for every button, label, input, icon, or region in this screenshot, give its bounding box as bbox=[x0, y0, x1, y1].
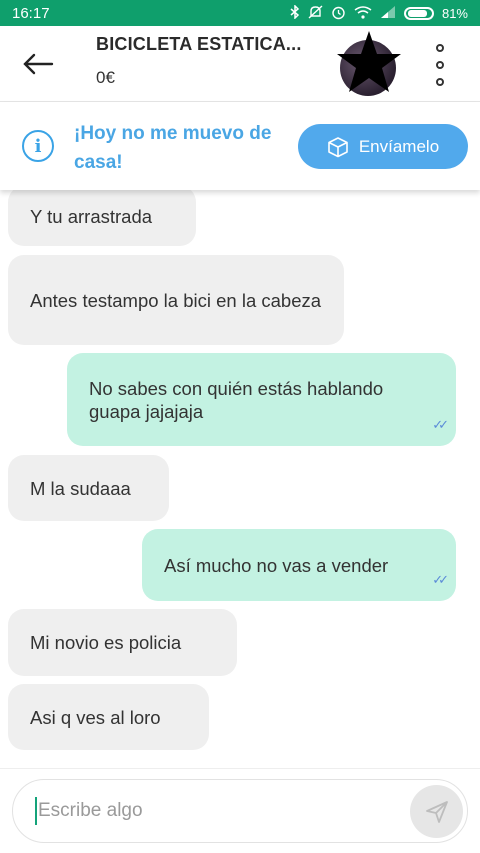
more-vertical-icon[interactable] bbox=[428, 44, 452, 86]
message-text: Antes testampo la bici en la cabeza bbox=[30, 289, 322, 311]
chat-header: BICICLETA ESTATICA... 0€ bbox=[0, 26, 480, 102]
message-outgoing[interactable]: No sabes con quién estás hablando guapa … bbox=[67, 353, 456, 446]
chat-messages[interactable]: Y tu arrastrada Antes testampo la bici e… bbox=[0, 190, 480, 768]
message-incoming[interactable]: Mi novio es policia bbox=[8, 609, 237, 676]
star-icon bbox=[337, 31, 401, 92]
message-composer: Escribe algo bbox=[0, 768, 480, 853]
message-text: No sabes con quién estás hablando guapa … bbox=[89, 377, 384, 422]
mute-icon bbox=[308, 5, 323, 21]
message-incoming[interactable]: Y tu arrastrada bbox=[8, 190, 196, 246]
message-text: Y tu arrastrada bbox=[30, 205, 153, 227]
package-icon bbox=[327, 136, 349, 158]
message-text: Asi q ves al loro bbox=[30, 706, 161, 728]
battery-icon bbox=[403, 6, 434, 20]
message-input[interactable]: Escribe algo bbox=[12, 779, 468, 843]
read-ticks-icon: ✓✓ bbox=[432, 417, 449, 432]
send-message-icon[interactable] bbox=[410, 785, 463, 838]
status-time: 16:17 bbox=[12, 4, 50, 22]
signal-icon bbox=[380, 6, 396, 20]
alarm-icon bbox=[331, 5, 346, 22]
wifi-icon bbox=[354, 5, 372, 21]
banner-text: ¡Hoy no me muevo de casa! bbox=[74, 123, 272, 173]
message-incoming[interactable]: Antes testampo la bici en la cabeza bbox=[8, 255, 344, 345]
send-item-label: Envíamelo bbox=[358, 136, 440, 156]
battery-percent: 81% bbox=[441, 5, 468, 21]
message-text: Así mucho no vas a vender bbox=[164, 554, 389, 576]
listing-price: 0€ bbox=[96, 68, 115, 87]
bluetooth-icon bbox=[290, 4, 300, 21]
promo-banner: i ¡Hoy no me muevo de casa! Envíamelo bbox=[0, 102, 480, 190]
message-input-placeholder: Escribe algo bbox=[38, 800, 143, 821]
send-item-button[interactable]: Envíamelo bbox=[298, 124, 468, 169]
message-incoming[interactable]: M la sudaaa bbox=[8, 455, 169, 521]
text-caret bbox=[35, 797, 37, 825]
read-ticks-icon: ✓✓ bbox=[432, 572, 449, 587]
message-text: Mi novio es policia bbox=[30, 632, 182, 653]
message-text: M la sudaaa bbox=[30, 477, 131, 499]
status-bar: 16:17 81% bbox=[0, 0, 480, 26]
info-icon: i bbox=[22, 130, 54, 162]
listing-title[interactable]: BICICLETA ESTATICA... bbox=[96, 34, 302, 55]
back-arrow-icon[interactable] bbox=[22, 48, 54, 80]
message-outgoing[interactable]: Así mucho no vas a vender ✓✓ bbox=[142, 529, 456, 601]
message-incoming[interactable]: Asi q ves al loro bbox=[8, 684, 209, 750]
status-icons: 81% bbox=[290, 4, 468, 22]
